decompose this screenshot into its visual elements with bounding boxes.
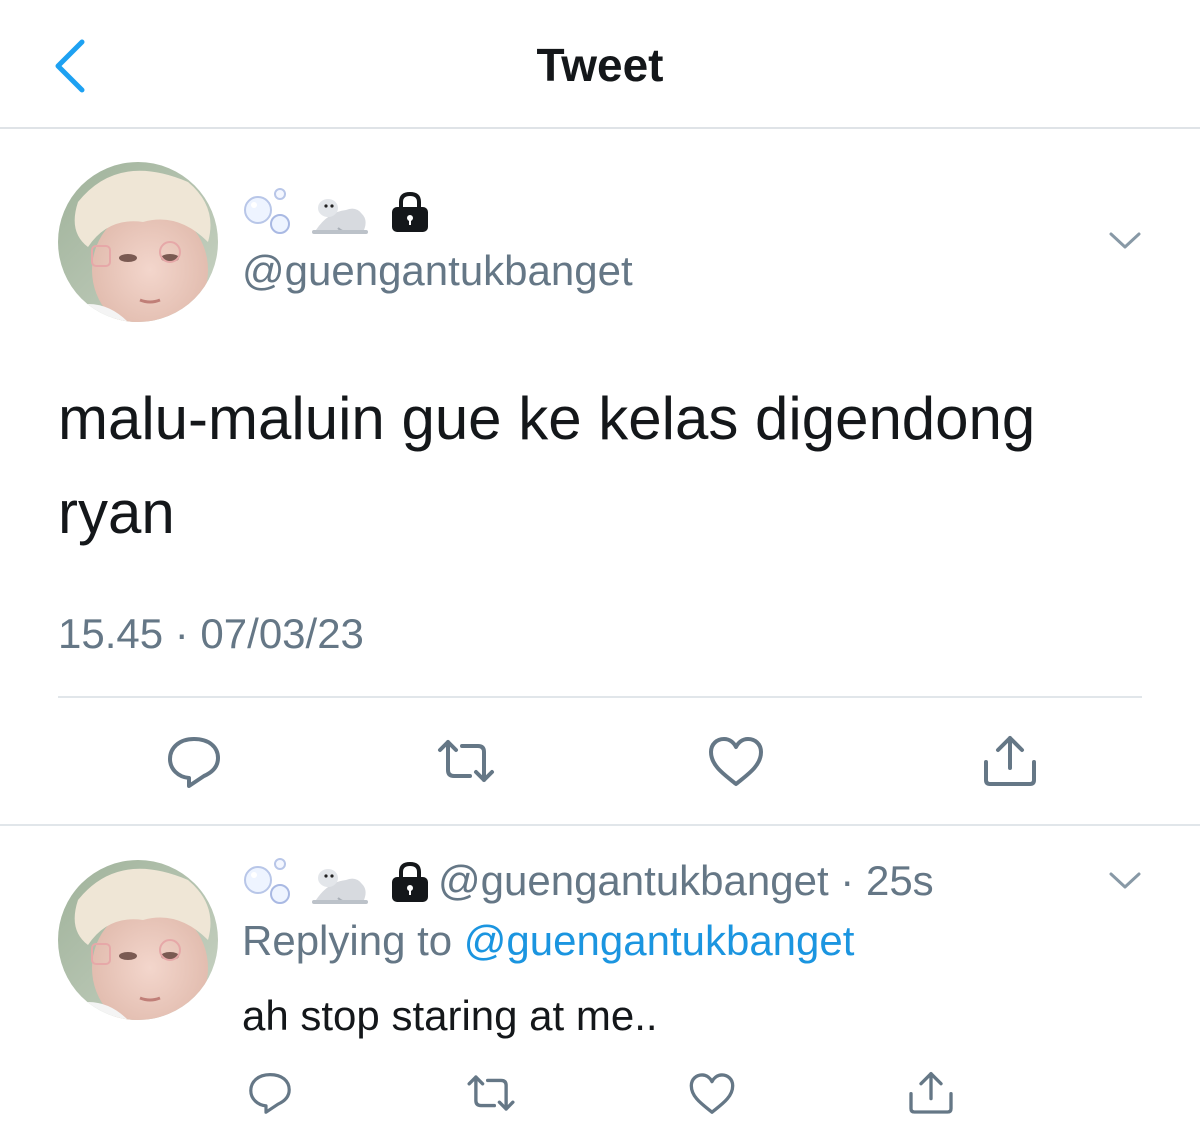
tweet-text: malu-maluin gue ke kelas digendong ryan [58, 385, 1036, 546]
reply-meta: @guengantukbanget · 25s [438, 857, 934, 905]
username[interactable]: @guengantukbanget [242, 247, 633, 295]
share-icon[interactable] [980, 732, 1040, 788]
like-icon[interactable] [688, 1072, 736, 1116]
tweet-timestamp: 15.45 · 07/03/23 [58, 610, 364, 657]
reply-display-name-emojis [242, 854, 432, 910]
retweet-icon[interactable] [464, 1072, 518, 1114]
replying-prefix: Replying to [242, 917, 464, 964]
share-icon[interactable] [906, 1068, 956, 1116]
divider [58, 696, 1142, 698]
reply-avatar[interactable] [58, 860, 218, 1020]
reply-icon[interactable] [246, 1070, 294, 1116]
divider [0, 824, 1200, 826]
reply-username[interactable]: @guengantukbanget [438, 857, 829, 904]
avatar[interactable] [58, 162, 218, 322]
retweet-icon[interactable] [434, 736, 498, 786]
lock-icon [392, 861, 428, 902]
bubbles-icon [244, 188, 290, 234]
replying-to: Replying to @guengantukbanget [242, 917, 854, 965]
display-name-emojis [242, 184, 432, 240]
lock-icon [392, 191, 428, 232]
chevron-down-icon[interactable] [1108, 870, 1142, 892]
separator: · [828, 857, 866, 904]
like-icon[interactable] [707, 736, 765, 788]
top-bar: Tweet [0, 0, 1200, 129]
reply-time[interactable]: 25s [866, 857, 934, 904]
seal-icon [312, 199, 368, 234]
page-title: Tweet [536, 39, 664, 91]
bubbles-icon [244, 858, 290, 904]
reply-icon[interactable] [164, 734, 224, 790]
seal-icon [312, 869, 368, 904]
mention-link[interactable]: @guengantukbanget [464, 917, 855, 964]
reply-text: ah stop staring at me.. [242, 992, 658, 1039]
chevron-down-icon[interactable] [1108, 230, 1142, 252]
